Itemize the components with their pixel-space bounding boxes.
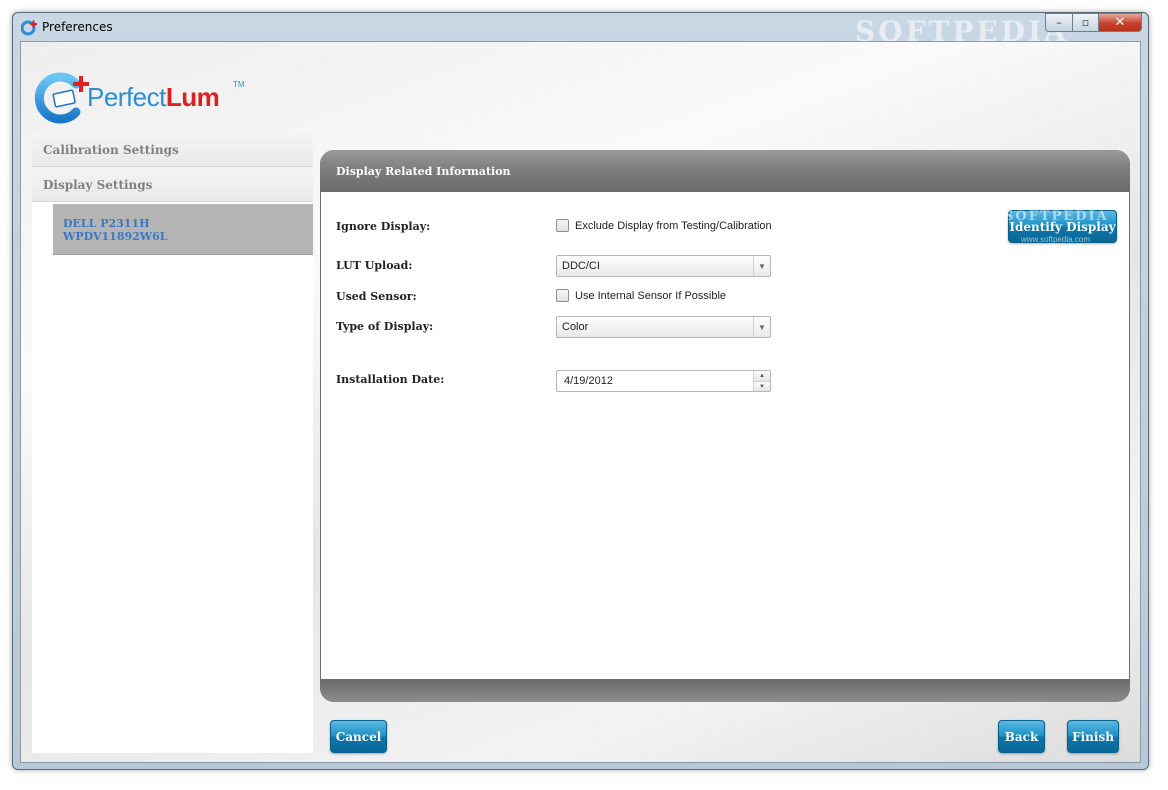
spin-down-icon[interactable]: ▼: [754, 381, 770, 391]
preferences-window: Preferences SOFTPEDIA – ▫ ✕ PerfectLum T…: [12, 12, 1149, 770]
title-bar[interactable]: Preferences SOFTPEDIA – ▫ ✕: [13, 13, 1148, 48]
internal-sensor-option[interactable]: Use Internal Sensor If Possible: [556, 289, 726, 302]
maximize-icon: ▫: [1081, 16, 1090, 29]
date-spinner: ▲ ▼: [753, 371, 770, 391]
panel-header: Display Related Information: [320, 150, 1130, 192]
installation-date-input[interactable]: 4/19/2012 ▲ ▼: [556, 370, 771, 392]
perfectlum-logo: PerfectLum TM: [32, 70, 252, 126]
back-label: Back: [1004, 729, 1039, 744]
perfectlum-app-icon: [21, 20, 37, 36]
sidebar-item-calibration-settings[interactable]: Calibration Settings: [32, 132, 313, 167]
exclude-display-checkbox[interactable]: [556, 219, 569, 232]
maximize-button[interactable]: ▫: [1072, 13, 1098, 32]
type-of-display-select[interactable]: Color ▼: [556, 316, 771, 338]
ignore-display-label: Ignore Display:: [336, 220, 431, 233]
close-icon: ✕: [1114, 15, 1126, 30]
sidebar-item-display-settings[interactable]: Display Settings: [32, 167, 313, 202]
chevron-down-icon: ▼: [753, 317, 770, 337]
sidebar: Calibration Settings Display Settings DE…: [32, 132, 313, 753]
minimize-button[interactable]: –: [1045, 13, 1072, 32]
type-of-display-value: Color: [562, 321, 589, 333]
logo-text-light: Perfect: [87, 82, 166, 112]
used-sensor-label: Used Sensor:: [336, 290, 417, 303]
lut-upload-label: LUT Upload:: [336, 259, 413, 272]
window-title: Preferences: [42, 20, 113, 34]
installation-date-label: Installation Date:: [336, 373, 445, 386]
client-area: PerfectLum TM Calibration Settings Displ…: [20, 41, 1141, 763]
exclude-display-option[interactable]: Exclude Display from Testing/Calibration: [556, 219, 772, 232]
lut-upload-select[interactable]: DDC/CI ▼: [556, 255, 771, 277]
panel-footer: [320, 679, 1130, 702]
logo-trademark: TM: [233, 80, 245, 89]
close-button[interactable]: ✕: [1098, 13, 1142, 32]
perfectlum-logo-icon: [34, 72, 89, 124]
installation-date-value: 4/19/2012: [564, 375, 613, 387]
chevron-down-icon: ▼: [753, 256, 770, 276]
sidebar-item-display-dell-p2311h[interactable]: DELL P2311H WPDV11892W6L: [53, 204, 313, 255]
identify-display-label: Identify Display: [1009, 219, 1116, 234]
spin-up-icon[interactable]: ▲: [754, 371, 770, 381]
display-serial: WPDV11892W6L: [63, 230, 168, 243]
lut-upload-value: DDC/CI: [562, 260, 600, 272]
internal-sensor-checkbox[interactable]: [556, 289, 569, 302]
display-info-panel: Display Related Information Ignore Displ…: [320, 150, 1130, 702]
back-button[interactable]: Back: [998, 720, 1045, 753]
panel-title: Display Related Information: [336, 165, 511, 178]
minimize-icon: –: [1056, 16, 1062, 29]
finish-button[interactable]: Finish: [1067, 720, 1119, 753]
sidebar-item-label: Calibration Settings: [43, 143, 179, 157]
logo-text: PerfectLum: [87, 82, 220, 113]
display-model: DELL P2311H: [63, 217, 150, 230]
logo-text-bold: Lum: [165, 82, 220, 112]
internal-sensor-checkbox-label: Use Internal Sensor If Possible: [575, 289, 727, 302]
panel-body: Ignore Display: Exclude Display from Tes…: [321, 192, 1129, 679]
exclude-display-checkbox-label: Exclude Display from Testing/Calibration: [575, 219, 772, 232]
window-controls: – ▫ ✕: [1045, 13, 1142, 32]
type-of-display-label: Type of Display:: [336, 320, 434, 333]
finish-label: Finish: [1072, 729, 1114, 744]
sidebar-item-label: Display Settings: [43, 178, 153, 192]
identify-display-button[interactable]: Identify Display: [1008, 210, 1117, 243]
cancel-label: Cancel: [335, 729, 382, 744]
cancel-button[interactable]: Cancel: [330, 720, 387, 753]
